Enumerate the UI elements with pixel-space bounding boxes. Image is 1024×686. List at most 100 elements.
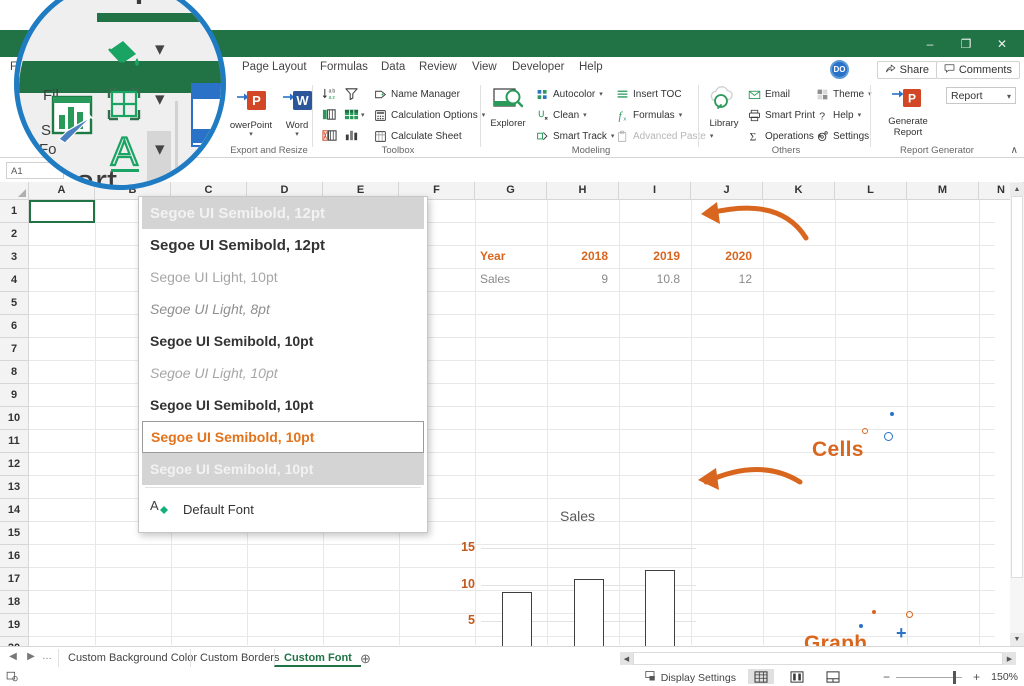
- ribbon-tab-view[interactable]: View: [466, 59, 503, 75]
- cell-value[interactable]: 10.8: [619, 272, 685, 286]
- row-header-10[interactable]: 10: [0, 407, 29, 430]
- column-header-i[interactable]: I: [619, 182, 691, 200]
- borders-icon[interactable]: [107, 87, 141, 124]
- row-header-9[interactable]: 9: [0, 384, 29, 407]
- name-manager-item[interactable]: Name Manager: [374, 87, 460, 101]
- smart-track-item[interactable]: Smart Track ▾: [536, 129, 614, 143]
- chevron-down-icon[interactable]: ▾: [155, 88, 165, 111]
- cell-value[interactable]: Year: [475, 249, 541, 263]
- smart-format-icon[interactable]: [47, 95, 95, 150]
- ribbon-tab-developer[interactable]: Developer: [506, 59, 570, 75]
- row-header-4[interactable]: 4: [0, 269, 29, 292]
- calculation-options-item[interactable]: Calculation Options ▾: [374, 108, 485, 122]
- column-header-j[interactable]: J: [691, 182, 763, 200]
- report-type-dropdown[interactable]: Report ▾: [946, 87, 1016, 104]
- window-controls[interactable]: – ❐ ✕: [912, 30, 1020, 57]
- font-style-option-4[interactable]: Segoe UI Light, 8pt: [142, 293, 424, 325]
- insert-toc-item[interactable]: Insert TOC: [616, 87, 682, 101]
- group-columns-icon[interactable]: [322, 107, 337, 125]
- export-powerpoint-button[interactable]: P owerPoint ▾: [228, 87, 274, 138]
- record-macro-icon[interactable]: [6, 670, 18, 685]
- page-layout-view-icon[interactable]: [784, 669, 810, 684]
- calculate-sheet-item[interactable]: Calculate Sheet: [374, 129, 462, 143]
- horizontal-scrollbar[interactable]: ◀ ▶: [620, 652, 1016, 665]
- column-header-g[interactable]: G: [475, 182, 547, 200]
- sheet-tab-custom-background-color[interactable]: Custom Background Color: [58, 649, 206, 667]
- font-style-option-5[interactable]: Segoe UI Semibold, 10pt: [142, 325, 424, 357]
- select-all-corner[interactable]: [0, 182, 29, 200]
- operations-item[interactable]: Σ Operations ▾: [748, 129, 821, 143]
- collapse-ribbon-button[interactable]: ∧: [1011, 145, 1018, 156]
- default-font-menu-item[interactable]: A Default Font: [149, 497, 254, 522]
- explorer-button[interactable]: Explorer: [486, 85, 530, 129]
- clean-item[interactable]: Clean ▾: [536, 108, 587, 122]
- row-header-13[interactable]: 13: [0, 476, 29, 499]
- scroll-left-arrow-icon[interactable]: ◀: [620, 652, 633, 665]
- chevron-down-icon[interactable]: ▾: [679, 112, 683, 119]
- chevron-down-icon[interactable]: ▾: [155, 38, 165, 61]
- row-header-7[interactable]: 7: [0, 338, 29, 361]
- email-item[interactable]: Email: [748, 87, 790, 101]
- zoom-out-button[interactable]: −: [883, 670, 890, 684]
- row-header-18[interactable]: 18: [0, 591, 29, 614]
- chart-bar[interactable]: [502, 592, 532, 646]
- zoom-in-button[interactable]: +: [973, 670, 980, 684]
- help-item[interactable]: ? Help ▾: [816, 108, 861, 122]
- clear-cells-icon[interactable]: [322, 128, 337, 146]
- ribbon-tab-review[interactable]: Review: [413, 59, 463, 75]
- font-style-option-1[interactable]: Segoe UI Semibold, 12pt: [142, 197, 424, 229]
- export-word-button[interactable]: W Word ▾: [274, 87, 320, 138]
- ribbon-tab-help[interactable]: Help: [573, 59, 609, 75]
- ribbon-tab-page-layout[interactable]: Page Layout: [236, 59, 313, 75]
- theme-item[interactable]: Theme ▾: [816, 87, 872, 101]
- row-header-12[interactable]: 12: [0, 453, 29, 476]
- zoom-slider-thumb[interactable]: [953, 671, 956, 684]
- cell-value[interactable]: 2019: [619, 249, 685, 263]
- cell-value[interactable]: 12: [691, 272, 757, 286]
- row-header-16[interactable]: 16: [0, 545, 29, 568]
- cell-value[interactable]: 9: [547, 272, 613, 286]
- row-header-17[interactable]: 17: [0, 568, 29, 591]
- chevron-down-icon[interactable]: ▾: [482, 112, 486, 119]
- minimize-button[interactable]: –: [912, 30, 948, 57]
- font-style-option-2[interactable]: Segoe UI Semibold, 12pt: [142, 229, 424, 261]
- filter-icon[interactable]: [344, 86, 359, 104]
- chevron-down-icon[interactable]: ▾: [228, 131, 274, 138]
- vertical-scroll-thumb[interactable]: [1011, 196, 1023, 578]
- font-style-dropdown-menu[interactable]: Segoe UI Semibold, 12ptSegoe UI Semibold…: [138, 196, 428, 533]
- chevron-down-icon[interactable]: ▾: [274, 131, 320, 138]
- formulas-item[interactable]: fx Formulas ▾: [616, 108, 682, 122]
- row-header-1[interactable]: 1: [0, 200, 29, 223]
- vertical-scrollbar[interactable]: ▲ ▼: [1010, 183, 1024, 646]
- font-style-option-9[interactable]: Segoe UI Semibold, 10pt: [142, 453, 424, 485]
- display-settings-button[interactable]: Display Settings: [645, 670, 736, 685]
- settings-item[interactable]: Settings: [816, 129, 869, 143]
- font-style-list[interactable]: Segoe UI Semibold, 12ptSegoe UI Semibold…: [139, 197, 427, 485]
- row-header-8[interactable]: 8: [0, 361, 29, 384]
- font-style-option-6[interactable]: Segoe UI Light, 10pt: [142, 357, 424, 389]
- smart-print-item[interactable]: Smart Print: [748, 108, 815, 122]
- column-header-m[interactable]: M: [907, 182, 979, 200]
- share-button[interactable]: Share: [877, 61, 937, 79]
- page-break-view-icon[interactable]: [820, 669, 846, 684]
- row-header-6[interactable]: 6: [0, 315, 29, 338]
- font-style-option-3[interactable]: Segoe UI Light, 10pt: [142, 261, 424, 293]
- chevron-down-icon[interactable]: ▾: [858, 112, 862, 119]
- cell-value[interactable]: 2020: [691, 249, 757, 263]
- column-header-k[interactable]: K: [763, 182, 835, 200]
- ribbon-tab-data[interactable]: Data: [375, 59, 411, 75]
- font-style-option-7[interactable]: Segoe UI Semibold, 10pt: [142, 389, 424, 421]
- row-header-14[interactable]: 14: [0, 499, 29, 522]
- row-header-2[interactable]: 2: [0, 223, 29, 246]
- row-header-19[interactable]: 19: [0, 614, 29, 637]
- font-style-option-8[interactable]: Segoe UI Semibold, 10pt: [142, 421, 424, 453]
- normal-view-icon[interactable]: [748, 669, 774, 684]
- generate-report-button[interactable]: P Generate Report: [878, 85, 938, 138]
- insert-chart-icon[interactable]: [344, 128, 359, 146]
- chevron-down-icon[interactable]: ▾: [361, 112, 365, 119]
- column-header-l[interactable]: L: [835, 182, 907, 200]
- autocolor-item[interactable]: Autocolor ▾: [536, 87, 603, 101]
- library-button[interactable]: Library: [704, 85, 744, 129]
- scroll-up-arrow-icon[interactable]: ▲: [1010, 183, 1024, 196]
- row-header-3[interactable]: 3: [0, 246, 29, 269]
